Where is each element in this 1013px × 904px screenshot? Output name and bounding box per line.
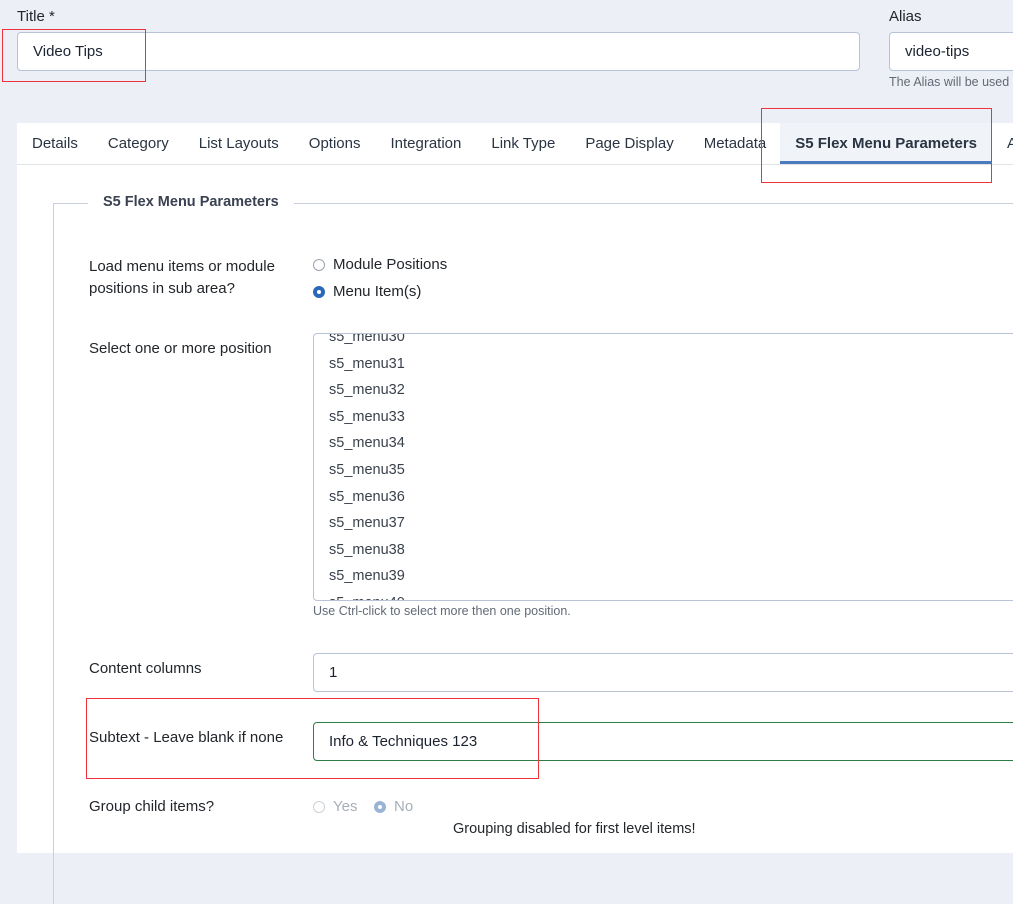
group-child-label: Group child items? (89, 798, 215, 815)
radio-checked-icon (313, 286, 325, 299)
radio-label: Menu Item(s) (333, 283, 422, 300)
fieldset-legend: S5 Flex Menu Parameters (88, 194, 294, 210)
position-option[interactable]: s5_menu32 (329, 382, 405, 398)
highlight-box (86, 698, 539, 779)
position-option[interactable]: s5_menu38 (329, 542, 405, 558)
title-label: Title * (17, 8, 55, 25)
highlight-box (761, 108, 992, 183)
radio-label: Yes (333, 798, 358, 815)
radio-no[interactable]: No (374, 798, 413, 815)
tab-page-display[interactable]: Page Display (570, 123, 688, 164)
positions-label: Select one or more position (89, 340, 272, 357)
tab-options[interactable]: Options (294, 123, 376, 164)
radio-icon (313, 801, 325, 814)
position-option[interactable]: s5_menu31 (329, 356, 405, 372)
radio-icon (313, 259, 325, 272)
alias-value: video-tips (905, 43, 970, 60)
group-child-hint: Grouping disabled for first level items! (453, 821, 696, 837)
position-option[interactable]: s5_menu40 (329, 595, 405, 600)
positions-listbox[interactable]: s5_menu30 s5_menu31 s5_menu32 s5_menu33 s5_m… (313, 333, 1013, 601)
tab-list-layouts[interactable]: List Layouts (184, 123, 294, 164)
tab-assignment[interactable]: Ass (992, 123, 1013, 164)
tab-link-type[interactable]: Link Type (476, 123, 570, 164)
position-option[interactable]: s5_menu30 (329, 334, 405, 345)
tab-integration[interactable]: Integration (375, 123, 476, 164)
content-columns-label: Content columns (89, 660, 202, 677)
position-option[interactable]: s5_menu36 (329, 489, 405, 505)
radio-label: Module Positions (333, 256, 448, 273)
position-option[interactable]: s5_menu37 (329, 515, 405, 531)
position-option[interactable]: s5_menu39 (329, 568, 405, 584)
alias-hint: The Alias will be used (889, 75, 1010, 89)
load-items-label-line1: Load menu items or module (89, 258, 275, 275)
radio-checked-icon (374, 801, 386, 814)
content-columns-value: 1 (329, 664, 338, 681)
alias-input[interactable]: video-tips (889, 32, 1013, 71)
position-option[interactable]: s5_menu33 (329, 409, 405, 425)
radio-menu-items[interactable]: Menu Item(s) (313, 283, 421, 300)
load-items-label-line2: positions in sub area? (89, 280, 235, 297)
highlight-box (2, 29, 146, 82)
position-option[interactable]: s5_menu34 (329, 435, 405, 451)
alias-label: Alias (889, 8, 922, 25)
tab-details[interactable]: Details (17, 123, 93, 164)
positions-hint: Use Ctrl-click to select more then one p… (313, 604, 571, 618)
radio-label: No (394, 798, 414, 815)
content-columns-input[interactable]: 1 (313, 653, 1013, 692)
radio-module-positions[interactable]: Module Positions (313, 256, 447, 273)
position-option[interactable]: s5_menu35 (329, 462, 405, 478)
radio-yes[interactable]: Yes (313, 798, 357, 815)
load-items-label: Load menu items or module positions in su… (89, 256, 275, 300)
tab-category[interactable]: Category (93, 123, 184, 164)
